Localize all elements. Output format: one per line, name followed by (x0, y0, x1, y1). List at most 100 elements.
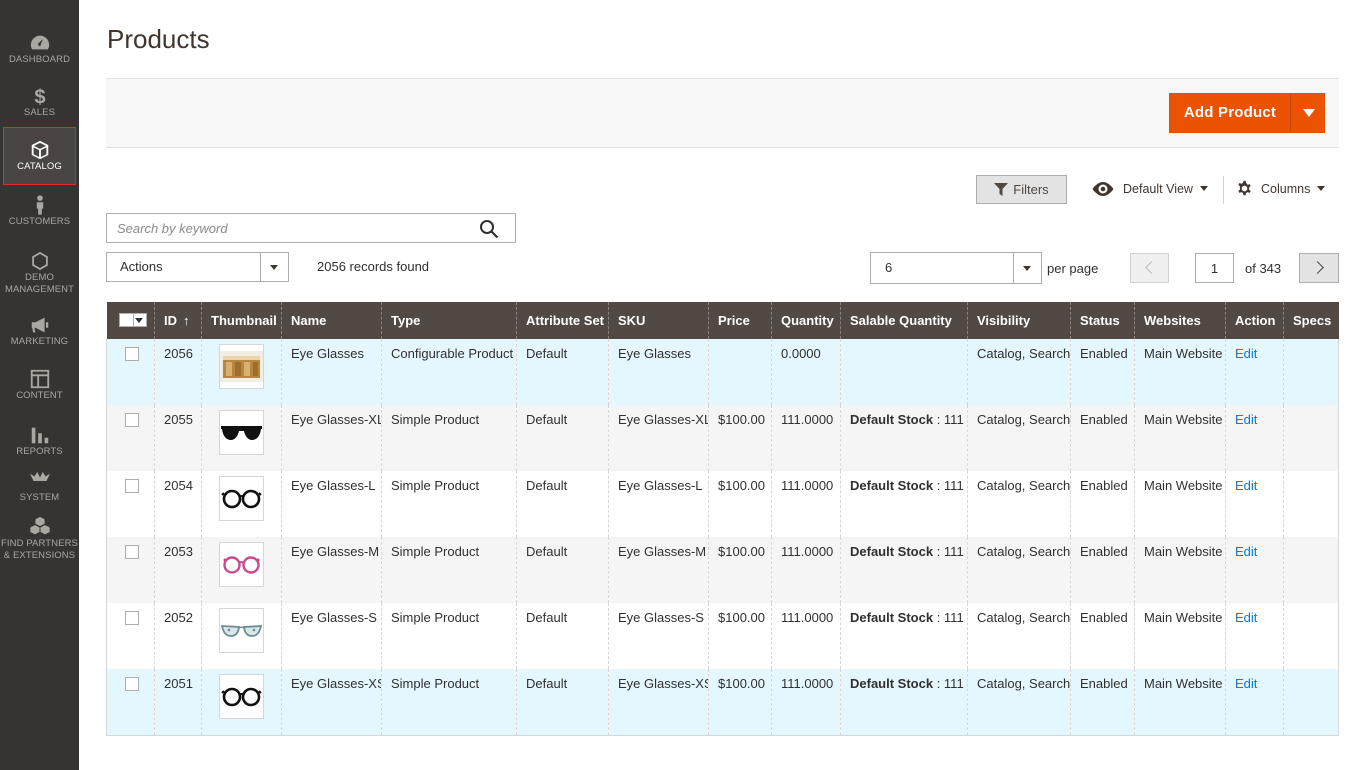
column-header-visibility[interactable]: Visibility (967, 302, 1071, 339)
product-thumbnail[interactable] (219, 344, 264, 389)
dollar-icon: $ (34, 86, 45, 107)
toolbar-divider (1223, 176, 1224, 204)
add-product-split-button: Add Product (1169, 93, 1325, 133)
cell-sku: Eye Glasses-XL (608, 405, 709, 471)
default-view-dropdown[interactable]: Default View (1091, 180, 1208, 198)
nav-marketing[interactable]: MARKETING (0, 314, 79, 348)
system-icon (29, 471, 50, 481)
cell-attribute-set: Default (516, 669, 609, 735)
edit-link[interactable]: Edit (1235, 544, 1257, 559)
layout-icon (30, 369, 49, 389)
cell-thumbnail (201, 603, 282, 669)
cell-type: Simple Product (381, 669, 517, 735)
nav-sales[interactable]: $ SALES (0, 85, 79, 119)
nav-dashboard[interactable]: DASHBOARD (0, 32, 79, 66)
edit-link[interactable]: Edit (1235, 412, 1257, 427)
product-thumbnail[interactable] (219, 608, 264, 653)
product-thumbnail[interactable] (219, 674, 264, 719)
column-header-quantity[interactable]: Quantity (771, 302, 841, 339)
edit-link[interactable]: Edit (1235, 676, 1257, 691)
mass-actions-dropdown[interactable]: Actions (106, 252, 289, 282)
column-header-attribute-set[interactable]: Attribute Set (516, 302, 609, 339)
cell-quantity: 111.0000 (771, 669, 841, 735)
column-header-type[interactable]: Type (381, 302, 517, 339)
next-page-button[interactable] (1299, 253, 1339, 283)
column-header-label: ID (164, 313, 177, 328)
cell-attribute-set: Default (516, 603, 609, 669)
current-page-input[interactable] (1195, 253, 1234, 283)
product-thumbnail[interactable] (219, 410, 264, 455)
filters-button[interactable]: Filters (976, 175, 1067, 204)
nav-find-partners[interactable]: FIND PARTNERS & EXTENSIONS (0, 516, 79, 562)
gear-icon (1238, 180, 1251, 196)
table-row[interactable]: 2052 Eye Glasses-S Simple Product Default Ey… (106, 603, 1339, 669)
columns-dropdown[interactable]: Columns (1236, 180, 1326, 198)
table-row[interactable]: 2053 Eye Glasses-M Simple Product Default Ey… (106, 537, 1339, 603)
product-thumbnail[interactable] (219, 476, 264, 521)
bar-chart-icon (31, 427, 48, 444)
cell-sku: Eye Glasses-L (608, 471, 709, 537)
table-row[interactable]: 2054 Eye Glasses-L Simple Product Default Ey… (106, 471, 1339, 537)
nav-content-label: CONTENT (16, 390, 63, 401)
row-checkbox[interactable] (125, 347, 139, 361)
search-input[interactable] (117, 214, 467, 242)
add-product-dropdown-toggle[interactable] (1290, 94, 1325, 132)
mass-select-checkbox[interactable] (118, 313, 147, 327)
row-select-cell (106, 537, 155, 603)
edit-link[interactable]: Edit (1235, 610, 1257, 625)
cell-quantity: 111.0000 (771, 537, 841, 603)
column-header-websites[interactable]: Websites (1134, 302, 1226, 339)
nav-demo-management[interactable]: DEMO MANAGEMENT (0, 250, 79, 296)
row-select-cell (106, 339, 155, 405)
filters-label: Filters (1013, 182, 1049, 197)
cell-visibility: Catalog, Search (967, 669, 1071, 735)
column-header-price[interactable]: Price (708, 302, 772, 339)
table-row[interactable]: 2051 Eye Glasses-XS Simple Product Default E… (106, 669, 1339, 735)
salable-stock-label: Default Stock (850, 478, 934, 493)
grid-body: 2056 Eye Glasses Configurable Product Defau… (106, 339, 1339, 735)
cell-type: Simple Product (381, 603, 517, 669)
row-checkbox[interactable] (125, 479, 139, 493)
cell-price (708, 339, 772, 405)
product-thumbnail[interactable] (219, 542, 264, 587)
search-icon[interactable] (479, 219, 499, 239)
cell-sku: Eye Glasses-S (608, 603, 709, 669)
column-header-name[interactable]: Name (281, 302, 382, 339)
cell-id: 2052 (154, 603, 202, 669)
per-page-toggle[interactable] (1013, 253, 1041, 283)
cell-name: Eye Glasses-XL (281, 405, 382, 471)
table-row[interactable]: 2056 Eye Glasses Configurable Product Defau… (106, 339, 1339, 405)
per-page-select[interactable]: 6 (870, 252, 1042, 284)
mass-actions-toggle[interactable] (260, 253, 288, 281)
edit-link[interactable]: Edit (1235, 478, 1257, 493)
previous-page-button[interactable] (1130, 253, 1169, 283)
mass-select-header[interactable] (106, 302, 155, 339)
column-header-specs[interactable]: Specs (1283, 302, 1339, 339)
cell-type: Simple Product (381, 405, 517, 471)
cell-attribute-set: Default (516, 537, 609, 603)
nav-customers-label: CUSTOMERS (8, 216, 71, 227)
cell-status: Enabled (1070, 405, 1135, 471)
nav-dashboard-label: DASHBOARD (8, 54, 71, 65)
cell-salable-quantity (840, 339, 968, 405)
column-header-sku[interactable]: SKU (608, 302, 709, 339)
cubes-icon (29, 516, 50, 535)
table-row[interactable]: 2055 Eye Glasses-XL Simple Product Default E… (106, 405, 1339, 471)
nav-catalog[interactable]: CATALOG (3, 127, 76, 185)
row-checkbox[interactable] (125, 611, 139, 625)
edit-link[interactable]: Edit (1235, 346, 1257, 361)
nav-customers[interactable]: CUSTOMERS (0, 194, 79, 228)
row-checkbox[interactable] (125, 413, 139, 427)
nav-system[interactable]: SYSTEM (0, 470, 79, 504)
cell-attribute-set: Default (516, 405, 609, 471)
salable-stock-label: Default Stock (850, 676, 934, 691)
column-header-id[interactable]: ID ↑ (154, 302, 202, 339)
row-checkbox[interactable] (125, 677, 139, 691)
nav-content[interactable]: CONTENT (0, 368, 79, 402)
add-product-button[interactable]: Add Product (1170, 94, 1290, 132)
column-header-status[interactable]: Status (1070, 302, 1135, 339)
cell-salable-quantity: Default Stock : 111 (840, 405, 968, 471)
nav-reports[interactable]: REPORTS (0, 424, 79, 458)
nav-partners-label-1: FIND PARTNERS (1, 538, 78, 549)
row-checkbox[interactable] (125, 545, 139, 559)
